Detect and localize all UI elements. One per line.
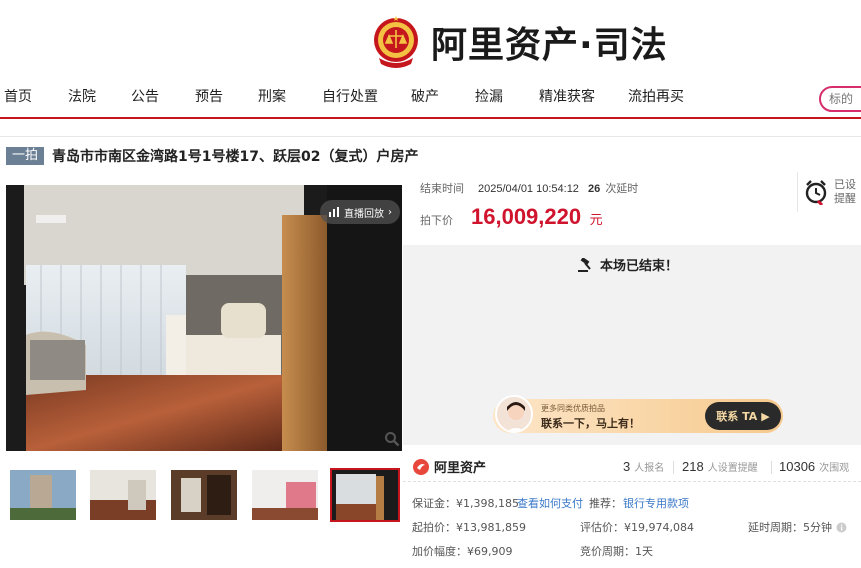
auction-status-panel: 本场已结束！ 更多同类优质拍品 联系一下，马上有！ 联系 TA ▶ [403,245,861,445]
contact-button[interactable]: 联系 TA ▶ [705,402,781,430]
nav-item-criminal[interactable]: 刑案 [258,86,286,108]
search-box[interactable] [819,86,861,112]
nav-item-failed-resale[interactable]: 流拍再买 [628,86,684,108]
signup-label: 人报名 [634,463,665,474]
alibaba-logo-icon [413,458,429,475]
start-price: 起拍价：¥13,981,859 [412,521,526,534]
brand-name: 阿里资产·司法 [431,25,668,66]
delay-period-text: 延时周期：5分钟 [748,521,832,534]
agent-avatar [495,395,533,433]
ali-assets-logo[interactable]: 阿里资产 [412,457,486,476]
site-logo[interactable]: 阿里资产·司法 [371,14,668,70]
stats-row: 阿里资产 3 人报名 218 人设置提醒 10306 次围观 [403,452,861,482]
end-time-value: 2025/04/01 10:54:12 26 次延时 [478,180,638,196]
hammer-price: 16,009,220 [471,204,582,229]
nav-item-announcement[interactable]: 公告 [131,86,159,108]
appraisal-price: 评估价：¥19,974,084 [580,521,694,534]
reminder-stat: 218 人设置提醒 [682,459,758,474]
nav-item-court[interactable]: 法院 [68,86,96,108]
end-time-datetime: 2025/04/01 10:54:12 [478,183,579,195]
auction-title-row: 一拍 青岛市市南区金湾路1号1号楼17、跃层02（复式）户房产 [6,146,418,166]
auction-ended-message: 本场已结束！ [578,255,678,274]
delay-count: 26 [588,183,601,195]
view-count: 10306 [779,459,816,474]
thumbnail-strip [6,468,402,522]
reminder-button[interactable]: 已设 提醒 [797,172,861,212]
reminder-count: 218 [682,459,704,474]
delay-period: 延时周期：5分钟 [748,519,847,535]
chevron-right-icon: › [388,206,392,218]
replay-icon [329,207,339,217]
thumbnail-2[interactable] [90,470,156,520]
end-time-label: 结束时间 [420,182,464,195]
hammer-price-value: 16,009,220 元 [471,204,603,230]
nav-item-home[interactable]: 首页 [4,86,32,108]
banner-title: 联系一下，马上有！ [541,417,640,430]
hammer-price-row: 拍下价 16,009,220 元 [420,204,603,230]
live-replay-label: 直播回放 [344,208,384,220]
section-divider [0,136,861,137]
bid-increment: 加价幅度：¥69,909 [412,545,513,558]
main-nav: 首页 法院 公告 预告 刑案 自行处置 破产 捡漏 精准获客 流拍再买 [0,86,861,116]
zoom-icon[interactable] [384,431,400,447]
deposit-text: 保证金：¥1,398,185 [412,497,519,510]
nav-item-preview[interactable]: 预告 [195,86,223,108]
info-icon[interactable] [836,522,847,533]
play-arrow-icon: ▶ [761,409,770,423]
contact-button-label: 联系 TA [716,410,758,423]
nav-item-self-disposal[interactable]: 自行处置 [322,86,378,108]
view-stat: 10306 次围观 [779,459,849,474]
payment-guide-link[interactable]: 查看如何支付 [517,495,583,511]
bank-payment-link[interactable]: 银行专用款项 [623,495,689,511]
nav-item-bankruptcy[interactable]: 破产 [411,86,439,108]
reminder-label-line2: 提醒 [834,192,856,205]
auction-info-panel: 结束时间 2025/04/01 10:54:12 26 次延时 拍下价 16,0… [403,172,861,244]
court-emblem-icon [371,14,421,70]
signup-stat: 3 人报名 [623,459,664,474]
main-photo[interactable] [6,185,402,451]
reminder-label: 已设 提醒 [834,178,856,206]
reminder-label-line1: 已设 [834,178,856,191]
reminder-stat-label: 人设置提醒 [707,463,758,474]
contact-banner[interactable]: 更多同类优质拍品 联系一下，马上有！ 联系 TA ▶ [493,395,783,433]
search-input[interactable] [829,92,861,106]
nav-divider [0,117,861,119]
thumbnail-1[interactable] [10,470,76,520]
auction-round-badge: 一拍 [6,147,45,165]
price-unit: 元 [589,213,603,228]
end-time-row: 结束时间 2025/04/01 10:54:12 26 次延时 [420,180,638,196]
auction-ended-text: 本场已结束！ [600,259,679,274]
live-replay-button[interactable]: 直播回放 › [320,200,400,224]
delay-label: 次延时 [605,183,639,195]
thumbnail-4[interactable] [252,470,318,520]
divider [771,461,772,474]
signup-count: 3 [623,459,631,474]
recommend-label: 推荐： [589,497,622,510]
ali-assets-label: 阿里资产 [434,461,487,476]
view-label: 次围观 [819,463,850,474]
banner-subtitle: 更多同类优质拍品 [541,404,605,413]
divider [673,461,674,474]
nav-item-precise-leads[interactable]: 精准获客 [539,86,595,108]
alarm-clock-icon [805,180,827,205]
thumbnail-5[interactable] [330,468,400,522]
bid-cycle: 竞价周期：1天 [580,545,653,558]
hammer-price-label: 拍下价 [420,214,453,227]
auction-title: 青岛市市南区金湾路1号1号楼17、跃层02（复式）户房产 [52,149,419,165]
nav-item-bargain[interactable]: 捡漏 [475,86,503,108]
thumbnail-3[interactable] [171,470,237,520]
gavel-icon [578,257,591,272]
